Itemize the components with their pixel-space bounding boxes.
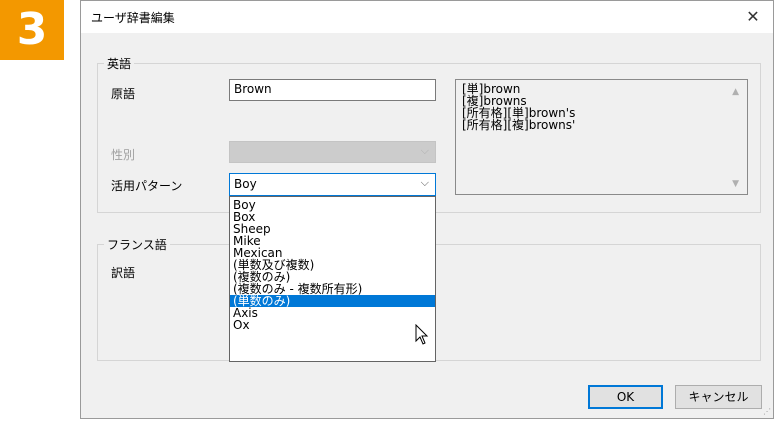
scroll-up-icon[interactable]: ▲: [732, 86, 739, 98]
cancel-button[interactable]: キャンセル: [675, 385, 762, 409]
conjugation-pattern-value: Boy: [234, 177, 257, 191]
chevron-down-icon[interactable]: ⌵: [421, 176, 429, 190]
dialog-title: ユーザ辞書編集: [91, 11, 175, 25]
french-group-label: フランス語: [104, 236, 170, 253]
conjugation-pattern-select[interactable]: Boy ⌵: [229, 173, 436, 196]
dropdown-option[interactable]: Ox: [230, 319, 435, 331]
ok-button[interactable]: OK: [588, 385, 663, 409]
conjugation-pattern-dropdown[interactable]: Boy Box Sheep Mike Mexican (単数及び複数) (複数の…: [229, 196, 436, 362]
original-word-label: 原語: [111, 87, 136, 101]
title-bar: ユーザ辞書編集 ✕: [81, 1, 773, 33]
resize-grip-icon[interactable]: ⋰: [763, 407, 771, 416]
scroll-down-icon[interactable]: ▼: [732, 178, 739, 190]
mouse-pointer-icon: [415, 324, 429, 345]
conjugation-pattern-label: 活用パターン: [111, 179, 183, 193]
dropdown-option[interactable]: Axis: [230, 307, 435, 319]
chevron-down-icon: ⌵: [420, 144, 429, 157]
gender-label: 性別: [111, 148, 136, 162]
step-number-badge: 3: [0, 0, 64, 60]
inflection-form: [所有格][複]browns': [462, 118, 576, 132]
dropdown-option[interactable]: Sheep: [230, 223, 435, 235]
original-word-input[interactable]: Brown: [229, 79, 436, 101]
gender-select: ⌵: [229, 141, 436, 163]
inflection-forms-list[interactable]: [単]brown [複]browns [所有格][単]brown's [所有格]…: [455, 79, 748, 195]
user-dictionary-dialog: ユーザ辞書編集 ✕ 英語 原語 Brown 性別 ⌵ 活用パターン Boy ⌵ …: [80, 0, 774, 419]
dropdown-option-highlighted[interactable]: (単数のみ): [230, 295, 435, 307]
close-icon[interactable]: ✕: [733, 1, 773, 33]
dropdown-option[interactable]: Boy: [230, 199, 435, 211]
english-group-label: 英語: [104, 55, 135, 72]
original-word-value: Brown: [234, 82, 272, 96]
translation-label: 訳語: [111, 266, 136, 280]
